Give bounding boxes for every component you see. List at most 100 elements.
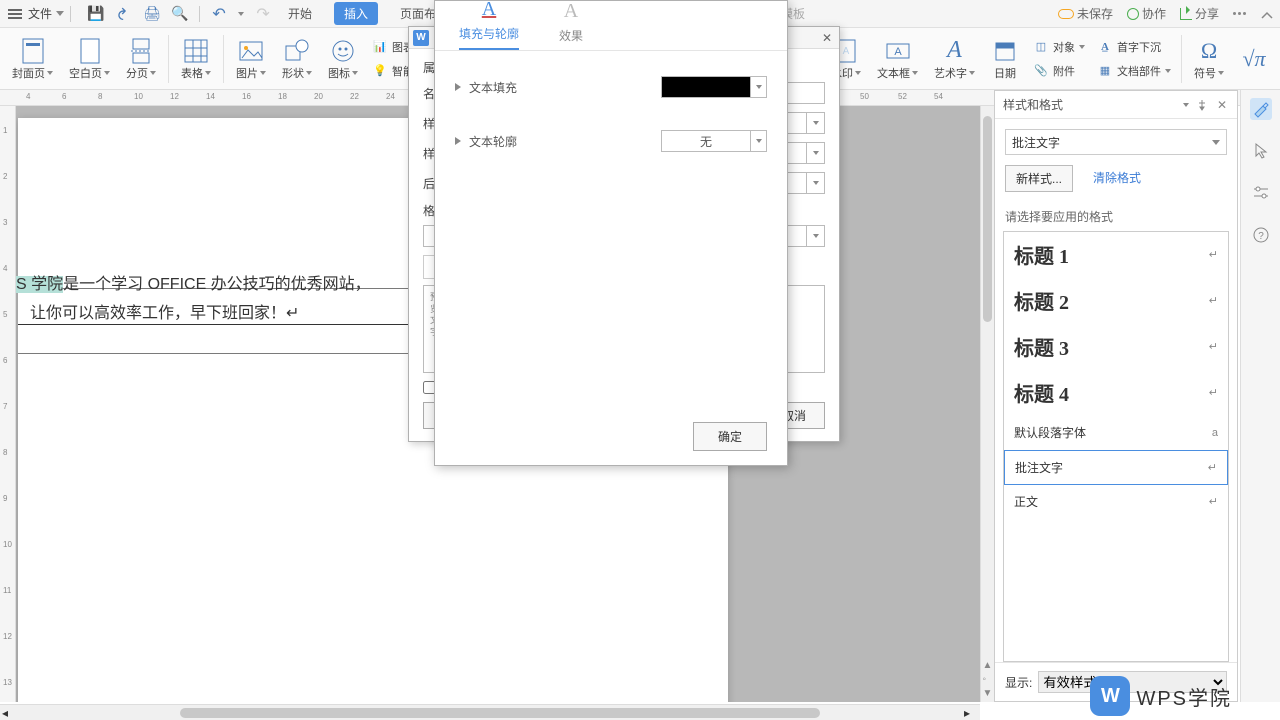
text-fill-color-picker[interactable]: [661, 76, 767, 98]
text-fill-row: 文本填充: [455, 67, 767, 107]
horizontal-scrollbar[interactable]: ◂ ▸: [0, 704, 980, 720]
svg-text:A: A: [843, 46, 850, 57]
format-brush-icon[interactable]: [1250, 98, 1272, 120]
style-item[interactable]: 标题 4↵: [1004, 370, 1228, 416]
clear-format-link[interactable]: 清除格式: [1083, 165, 1151, 192]
scroll-down-icon[interactable]: ▼: [983, 688, 993, 698]
panel-title: 样式和格式: [1003, 96, 1183, 113]
object-icon: ◫: [1033, 39, 1049, 55]
ok-button[interactable]: 确定: [693, 422, 767, 451]
chevron-down-icon: [969, 71, 975, 75]
text-outline-picker[interactable]: 无: [661, 130, 767, 152]
show-label: 显示:: [1005, 674, 1032, 691]
chevron-down-icon: [912, 71, 918, 75]
shape-button[interactable]: 形状: [276, 35, 318, 83]
new-style-button[interactable]: 新样式...: [1005, 165, 1073, 192]
collapse-ribbon-icon[interactable]: [1260, 10, 1272, 18]
undo-dropdown-icon[interactable]: [238, 12, 244, 16]
svg-text:A: A: [894, 46, 902, 58]
wordart-icon: A: [941, 37, 969, 65]
picture-button[interactable]: 图片: [230, 35, 272, 83]
style-item[interactable]: 标题 1↵: [1004, 232, 1228, 278]
style-item[interactable]: 正文↵: [1004, 485, 1228, 519]
tab-fill-outline[interactable]: A 填充与轮廓: [459, 0, 519, 50]
undo-button[interactable]: [210, 5, 228, 23]
textbox-button[interactable]: A 文本框: [871, 35, 924, 83]
chevron-down-icon: [1079, 45, 1085, 49]
style-item[interactable]: 标题 3↵: [1004, 324, 1228, 370]
chevron-down-icon: [1212, 140, 1220, 145]
blank-page-button[interactable]: 空白页: [63, 35, 116, 83]
cover-icon: [19, 37, 47, 65]
file-menu-label: 文件: [28, 5, 52, 22]
cover-page-button[interactable]: 封面页: [6, 35, 59, 83]
people-icon: [1127, 8, 1139, 20]
select-icon[interactable]: [1250, 140, 1272, 162]
export-button[interactable]: [115, 5, 133, 23]
attachment-button[interactable]: 📎附件: [1029, 61, 1089, 81]
icons-icon: [329, 37, 357, 65]
settings-icon[interactable]: [1250, 182, 1272, 204]
style-list: 标题 1↵标题 2↵标题 3↵标题 4↵默认段落字体a批注文字↵正文↵: [1003, 231, 1229, 662]
print-button[interactable]: [143, 5, 161, 23]
file-menu[interactable]: 文件: [28, 5, 64, 22]
expand-icon[interactable]: [455, 137, 461, 145]
scroll-left-icon[interactable]: ◂: [2, 706, 16, 720]
svg-text:?: ?: [1258, 231, 1264, 242]
tab-start[interactable]: 开始: [282, 1, 318, 26]
wordart-button[interactable]: A 艺术字: [928, 35, 981, 83]
close-icon[interactable]: ✕: [819, 30, 835, 46]
docparts-icon: ▦: [1097, 63, 1113, 79]
unsaved-status[interactable]: 未保存: [1058, 5, 1113, 22]
wps-logo-icon: W: [1090, 676, 1130, 716]
effects-tab-icon: A: [564, 0, 578, 23]
date-button[interactable]: 日期: [985, 35, 1025, 83]
equation-button[interactable]: √π: [1234, 43, 1274, 75]
symbol-icon: Ω: [1195, 37, 1223, 65]
scrollbar-thumb[interactable]: [983, 116, 992, 322]
chevron-down-icon: [1218, 71, 1224, 75]
vertical-scrollbar[interactable]: ▲ ◦ ▼: [980, 106, 994, 702]
icon-button[interactable]: 图标: [322, 35, 364, 83]
dropcap-button[interactable]: A̲首字下沉: [1093, 37, 1175, 57]
more-menu-icon[interactable]: [1233, 12, 1246, 15]
panel-menu-icon[interactable]: [1183, 103, 1189, 107]
hamburger-icon[interactable]: [8, 9, 22, 19]
page-break-button[interactable]: 分页: [120, 35, 162, 83]
chevron-down-icon: [352, 71, 358, 75]
scroll-up-icon[interactable]: ▲: [983, 660, 993, 670]
share-button[interactable]: 分享: [1180, 5, 1219, 22]
scroll-right-icon[interactable]: ▸: [964, 706, 978, 720]
style-item[interactable]: 标题 2↵: [1004, 278, 1228, 324]
shape-icon: [283, 37, 311, 65]
table-button[interactable]: 表格: [175, 35, 217, 83]
nav-object-icon[interactable]: ◦: [983, 674, 993, 684]
collab-button[interactable]: 协作: [1127, 5, 1166, 22]
object-button[interactable]: ◫对象: [1029, 37, 1089, 57]
chevron-down-icon: [150, 71, 156, 75]
text-effects-popup: A 填充与轮廓 A 效果 文本填充 文本轮廓 无 确定: [434, 0, 788, 466]
vertical-ruler: 12345678910111213: [0, 106, 16, 702]
pin-icon[interactable]: [1195, 98, 1209, 112]
current-style-selector[interactable]: 批注文字: [1005, 129, 1227, 155]
expand-icon[interactable]: [455, 83, 461, 91]
save-button[interactable]: [87, 5, 105, 23]
scrollbar-thumb[interactable]: [180, 708, 820, 718]
fill-tab-icon: A: [482, 0, 496, 21]
print-preview-button[interactable]: [171, 5, 189, 23]
symbol-button[interactable]: Ω 符号: [1188, 35, 1230, 83]
textbox-icon: A: [884, 37, 912, 65]
help-icon[interactable]: ?: [1250, 224, 1272, 246]
document-text[interactable]: S 学院是一个学习 OFFICE 办公技巧的优秀网站， 让你可以高效率工作，早下…: [16, 271, 371, 329]
tab-effects[interactable]: A 效果: [559, 0, 583, 50]
dropcap-icon: A̲: [1097, 39, 1113, 55]
chevron-down-icon: [205, 71, 211, 75]
picture-icon: [237, 37, 265, 65]
tab-insert[interactable]: 插入: [334, 2, 378, 25]
docparts-button[interactable]: ▦文档部件: [1093, 61, 1175, 81]
chevron-down-icon: [47, 71, 53, 75]
style-item[interactable]: 批注文字↵: [1004, 450, 1228, 485]
wps-watermark: W WPS学院: [1090, 676, 1232, 716]
close-icon[interactable]: ✕: [1215, 98, 1229, 112]
style-item[interactable]: 默认段落字体a: [1004, 416, 1228, 450]
